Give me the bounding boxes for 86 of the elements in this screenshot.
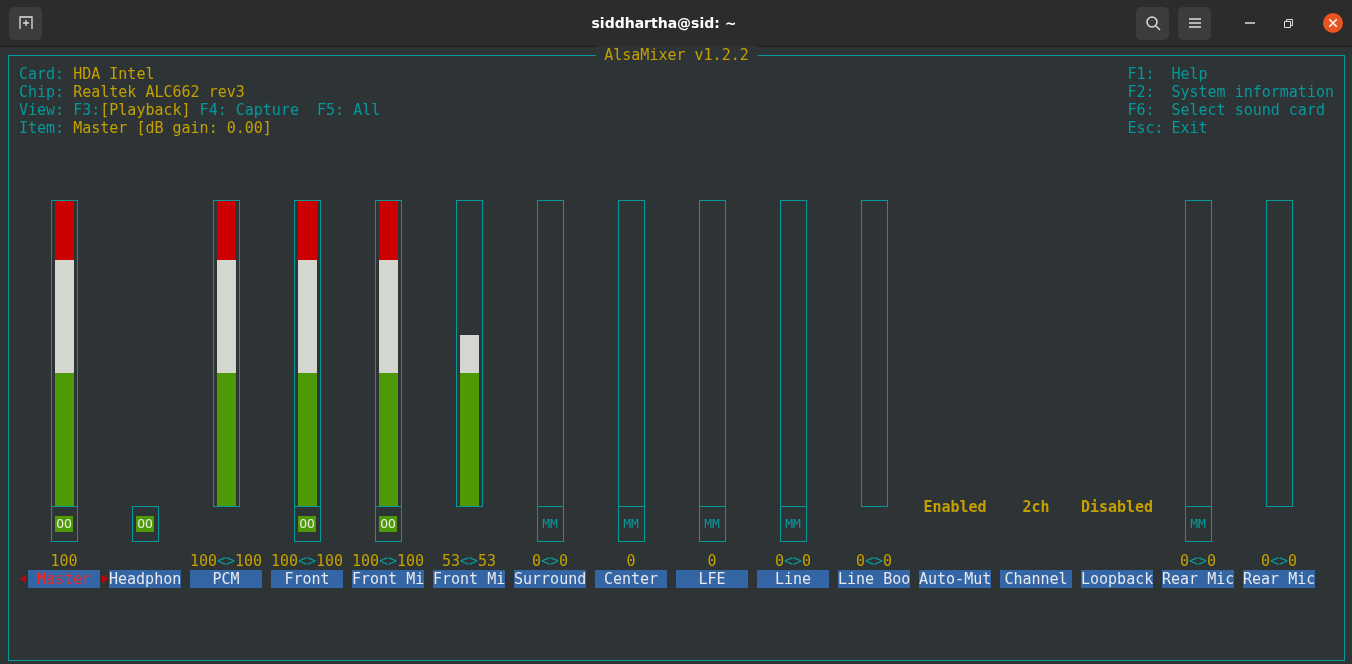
mute-state: OO <box>379 516 397 532</box>
shortcut-label: Select sound card <box>1171 101 1326 119</box>
option-value: Disabled <box>1080 498 1154 516</box>
shortcut-key: F1: <box>1127 65 1172 83</box>
volume-slider[interactable] <box>698 200 726 507</box>
mute-state: MM <box>1189 516 1207 532</box>
new-tab-button[interactable] <box>9 6 42 40</box>
shortcut-label: System information <box>1171 83 1334 101</box>
mute-state: OO <box>136 516 154 532</box>
volume-value: 0 <box>626 552 636 570</box>
search-button[interactable] <box>1136 6 1169 40</box>
info-text: HDA Intel <box>73 65 155 83</box>
volume-slider[interactable] <box>1184 200 1212 507</box>
info-text: [Playback] <box>100 101 191 119</box>
volume-slider[interactable] <box>536 200 564 507</box>
option-value: Enabled <box>923 498 987 516</box>
channel-label[interactable]: PCM <box>190 570 262 588</box>
channel-label[interactable]: Line Boo <box>838 570 910 588</box>
channel-label[interactable]: LFE <box>676 570 748 588</box>
channel-label[interactable]: Front <box>271 570 343 588</box>
channel-label[interactable]: Channel <box>1000 570 1072 588</box>
mute-toggle[interactable]: OO <box>293 507 321 542</box>
channel-label[interactable]: Surround <box>514 570 586 588</box>
left-arrow-icon <box>20 575 26 583</box>
channel-label[interactable]: Front Mi <box>433 570 505 588</box>
volume-value: 100 <box>50 552 78 570</box>
volume-value: 0<>0 <box>774 552 812 570</box>
shortcut-key: F2: <box>1127 83 1172 101</box>
volume-slider[interactable] <box>779 200 807 507</box>
info-text: Realtek ALC662 rev3 <box>73 83 245 101</box>
mute-state: MM <box>622 516 640 532</box>
info-text: Item: <box>19 119 66 137</box>
menu-button[interactable] <box>1178 6 1211 40</box>
mute-toggle[interactable]: OO <box>131 506 159 542</box>
shortcut-label: Help <box>1171 65 1209 83</box>
minimize-icon <box>1244 22 1255 24</box>
channel-label[interactable]: Headphon <box>109 570 181 588</box>
mute-state: OO <box>55 516 73 532</box>
volume-slider[interactable] <box>1265 200 1293 507</box>
channel-label[interactable]: Auto-Mut <box>919 570 991 588</box>
info-text: View: F3: <box>19 101 101 119</box>
volume-value: 0<>0 <box>1179 552 1217 570</box>
mute-state: OO <box>298 516 316 532</box>
volume-slider[interactable] <box>617 200 645 507</box>
channel-label[interactable]: Rear Mic <box>1162 570 1234 588</box>
volume-value: 0<>0 <box>531 552 569 570</box>
volume-value: 100<>100 <box>189 552 263 570</box>
close-button[interactable] <box>1323 13 1343 33</box>
channel-label[interactable]: Front Mi <box>352 570 424 588</box>
volume-value: 100<>100 <box>270 552 344 570</box>
volume-slider[interactable] <box>860 200 888 507</box>
new-tab-icon <box>18 16 33 30</box>
volume-value: 100<>100 <box>351 552 425 570</box>
volume-value: 0<>0 <box>1260 552 1298 570</box>
volume-value: 0 <box>707 552 717 570</box>
channel-label[interactable]: Loopback <box>1081 570 1153 588</box>
mute-toggle[interactable]: MM <box>617 507 645 542</box>
shortcut-label: Exit <box>1171 119 1209 137</box>
mute-toggle[interactable]: OO <box>50 507 78 542</box>
channel-label[interactable]: Line <box>757 570 829 588</box>
option-value: 2ch <box>1022 498 1050 516</box>
mute-toggle[interactable]: MM <box>536 507 564 542</box>
info-text: Master [dB gain: 0.00] <box>73 119 272 137</box>
info-text: F4: Capture F5: All <box>198 101 381 119</box>
search-icon <box>1144 15 1161 31</box>
mute-state: MM <box>784 516 802 532</box>
shortcut-key: Esc: <box>1127 119 1172 137</box>
menu-icon <box>1188 18 1201 28</box>
mute-toggle[interactable]: OO <box>374 507 402 542</box>
volume-value: 53<>53 <box>441 552 497 570</box>
info-text: Card: <box>19 65 66 83</box>
window-title: siddhartha@sid: ~ <box>590 14 738 32</box>
volume-value: 0<>0 <box>855 552 893 570</box>
channel-label[interactable]: Rear Mic <box>1243 570 1315 588</box>
channel-label[interactable]: Center <box>595 570 667 588</box>
shortcut-key: F6: <box>1127 101 1172 119</box>
close-icon <box>1329 19 1337 27</box>
right-arrow-icon <box>102 575 108 583</box>
mute-toggle[interactable]: MM <box>1184 507 1212 542</box>
mute-state: MM <box>541 516 559 532</box>
restore-icon <box>1284 18 1293 28</box>
mute-toggle[interactable]: MM <box>779 507 807 542</box>
mute-state: MM <box>703 516 721 532</box>
info-text: Chip: <box>19 83 66 101</box>
volume-slider[interactable] <box>455 200 483 507</box>
mute-toggle[interactable]: MM <box>698 507 726 542</box>
